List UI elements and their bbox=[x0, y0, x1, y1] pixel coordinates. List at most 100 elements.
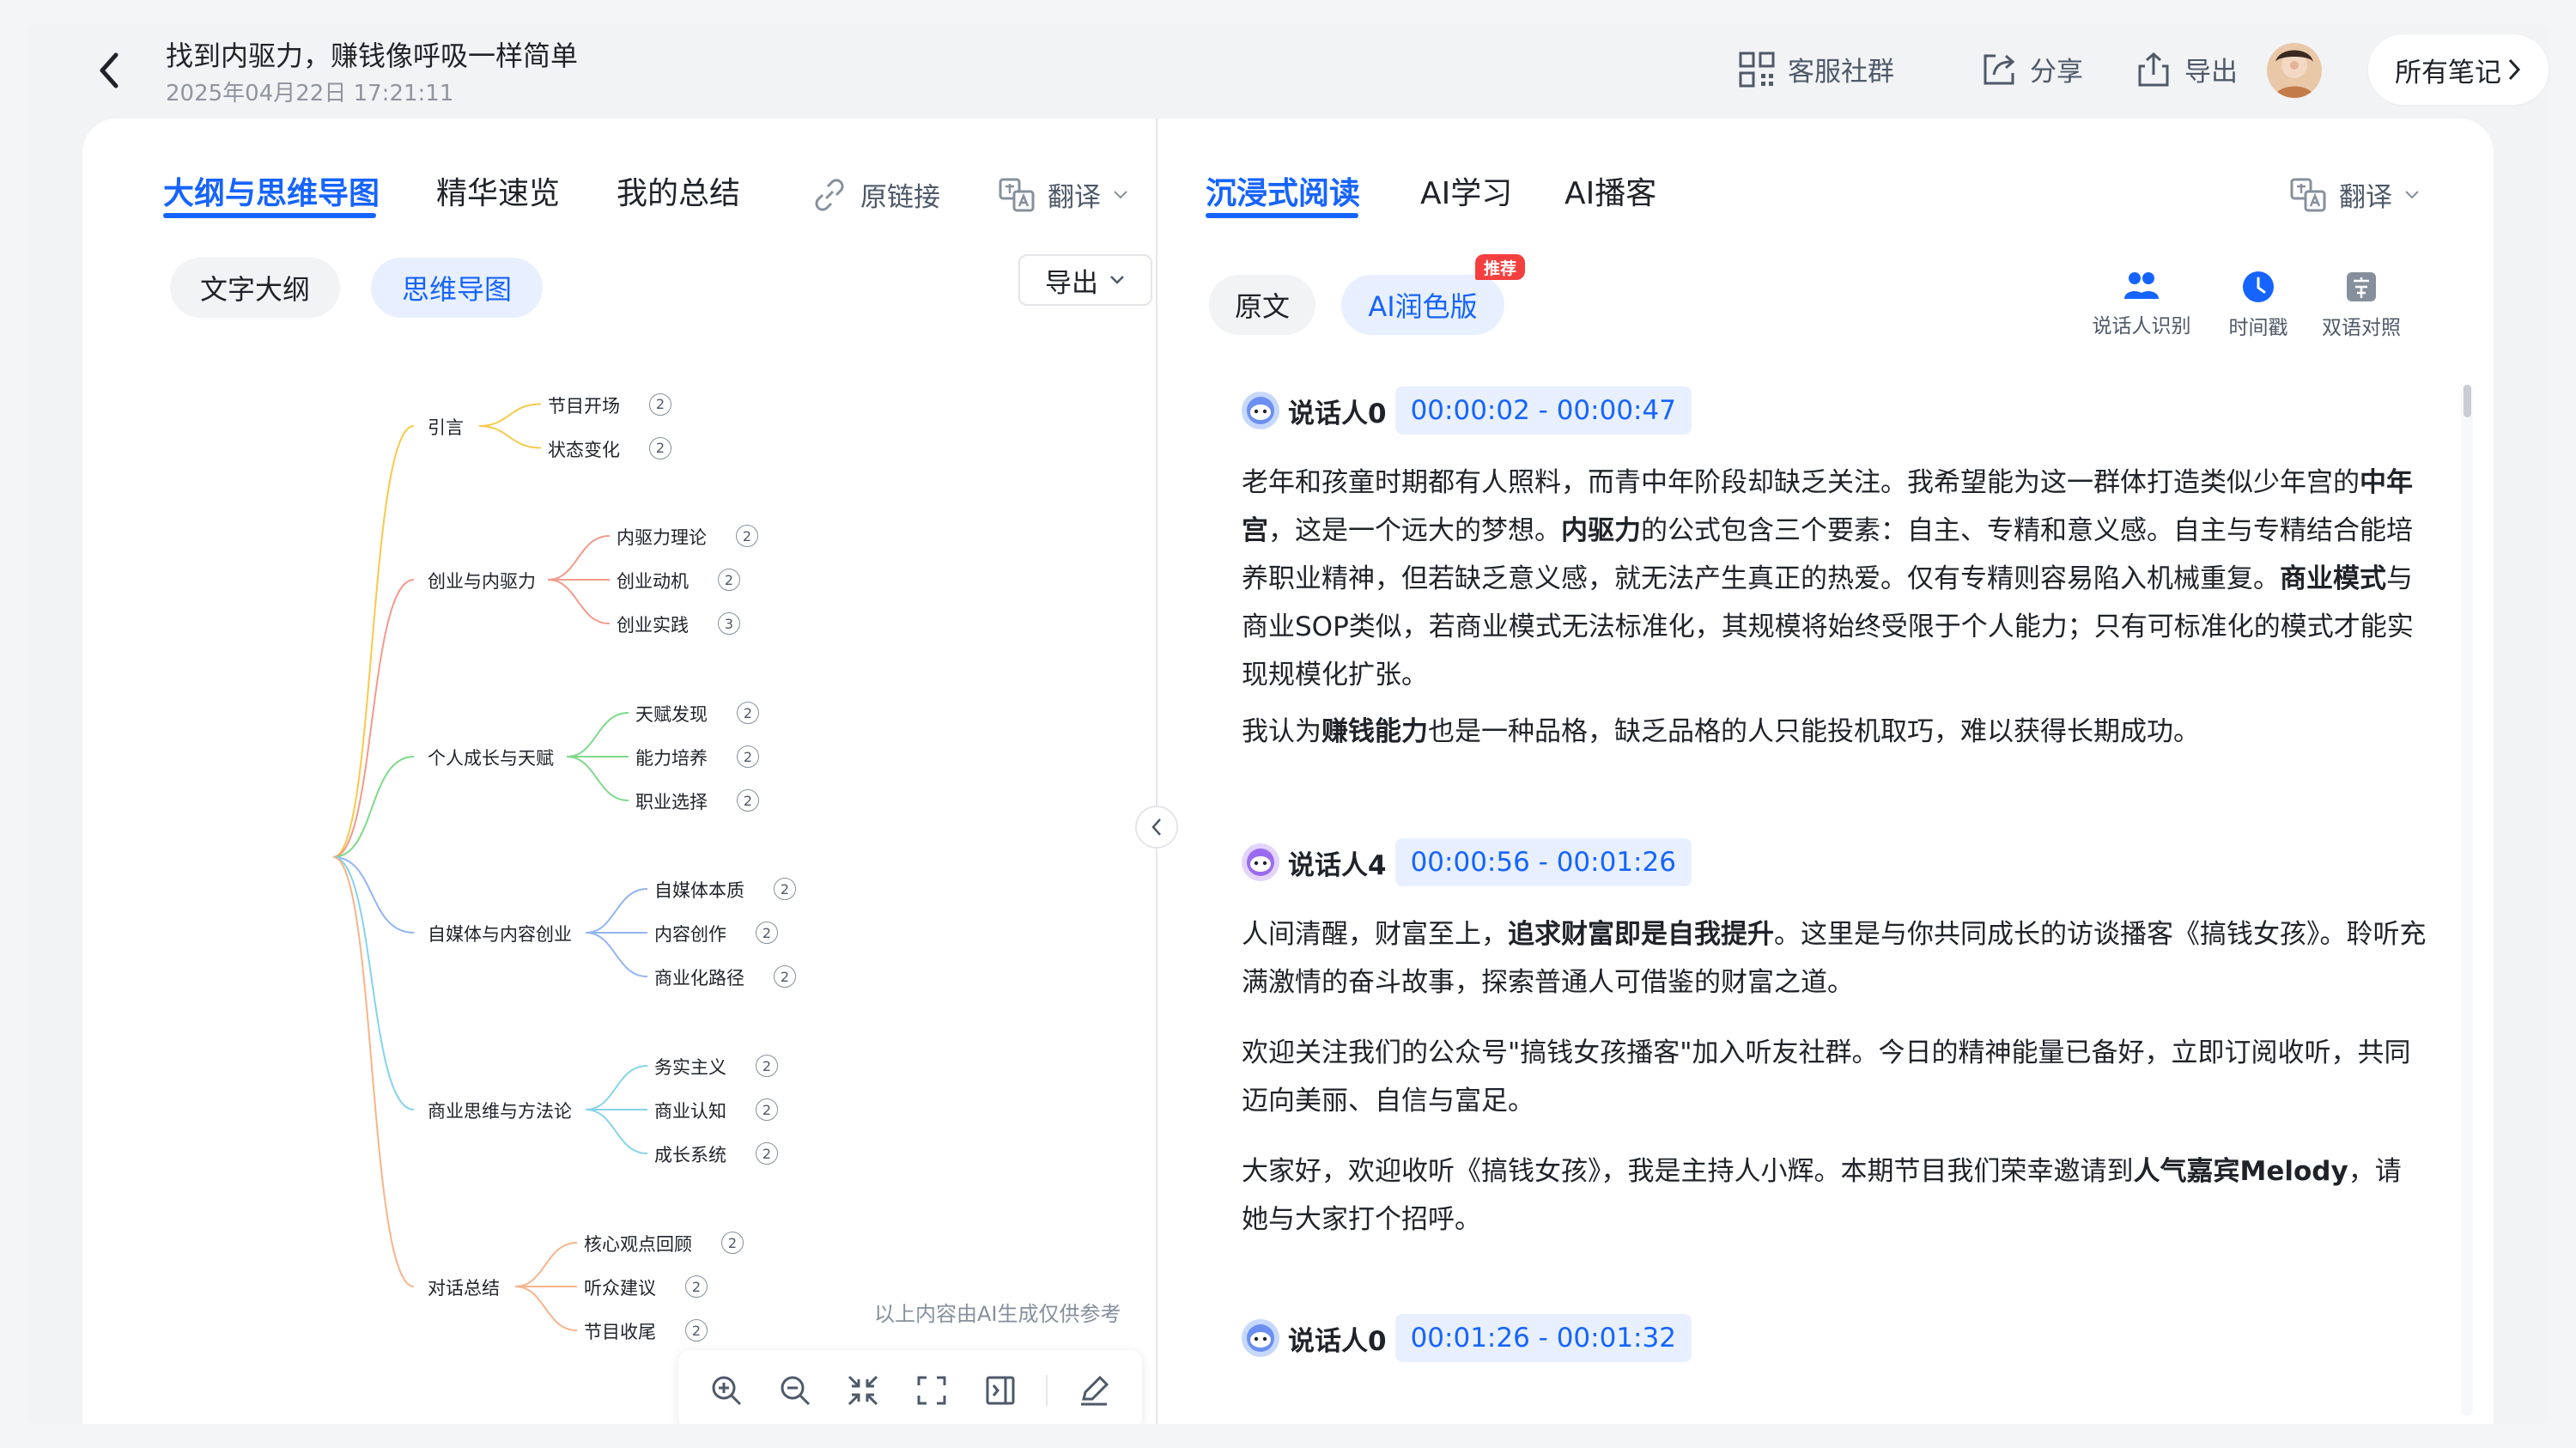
speaker-timestamp[interactable]: 00:00:02 - 00:00:47 bbox=[1394, 386, 1692, 435]
text-run: 欢迎关注我们的公众号"搞钱女孩播客"加入听友社群。今日的精神能量已备好，立即订阅… bbox=[1242, 1037, 2411, 1116]
mindmap-count-badge[interactable]: 2 bbox=[756, 1142, 778, 1165]
mindmap-count-badge[interactable]: 2 bbox=[756, 1055, 778, 1077]
mindmap-child-line bbox=[478, 425, 542, 449]
toggle-panel-button[interactable] bbox=[978, 1368, 1023, 1413]
mindmap-branch-node[interactable]: 创业与内驱力 bbox=[428, 568, 536, 593]
mindmap-leaf-node[interactable]: 状态变化 bbox=[548, 436, 620, 462]
highlight-keyword: 人气嘉宾Melody bbox=[2133, 1156, 2348, 1187]
speaker-header: 说话人0 00:01:26 - 00:01:32 bbox=[1242, 1314, 1692, 1362]
zoom-in-button[interactable] bbox=[704, 1368, 749, 1413]
highlight-keyword: 追求财富即是自我提升 bbox=[1508, 919, 1774, 950]
translate-right-button[interactable]: 翻译 bbox=[2289, 175, 2420, 214]
mindmap-count-badge[interactable]: 2 bbox=[774, 878, 796, 900]
text-run: 大家好，欢迎收听《搞钱女孩》，我是主持人小辉。本期节目我们荣幸邀请到 bbox=[1242, 1156, 2134, 1187]
mindmap-branch-node[interactable]: 自媒体与内容创业 bbox=[428, 921, 572, 946]
speaker-avatar bbox=[1242, 392, 1279, 429]
scrollbar-thumb[interactable] bbox=[2464, 385, 2471, 417]
mindmap-count-badge[interactable]: 2 bbox=[649, 436, 671, 459]
timestamp-button[interactable]: 时间戳 bbox=[2207, 270, 2310, 340]
mindmap-child-line bbox=[585, 932, 648, 977]
mindmap-count-badge[interactable]: 2 bbox=[718, 569, 740, 591]
people-icon bbox=[2124, 272, 2159, 299]
chevron-left-icon bbox=[1151, 818, 1161, 836]
zoom-out-icon bbox=[781, 1376, 810, 1406]
mindmap-connectors bbox=[332, 403, 648, 1331]
mindmap-toolbar bbox=[678, 1350, 1142, 1424]
mindmap-branch-node[interactable]: 商业思维与方法论 bbox=[428, 1098, 572, 1123]
collapse-panel-button[interactable] bbox=[1135, 806, 1178, 849]
page-datetime: 2025年04月22日 17:21:11 bbox=[166, 81, 454, 106]
text-run: 人间清醒，财富至上， bbox=[1242, 919, 1508, 950]
edit-button[interactable] bbox=[1072, 1368, 1116, 1413]
text-run: 也是一种品格，缺乏品格的人只能投机取巧，难以获得长期成功。 bbox=[1428, 716, 2200, 747]
all-notes-button[interactable]: 所有笔记 bbox=[2368, 34, 2549, 105]
fullscreen-button[interactable] bbox=[909, 1368, 954, 1413]
mindmap-count-badge[interactable]: 2 bbox=[756, 1098, 778, 1121]
mindmap-count-badge[interactable]: 2 bbox=[737, 789, 759, 812]
mindmap-leaf-node[interactable]: 节目收尾 bbox=[584, 1318, 656, 1344]
mindmap-count-badge[interactable]: 2 bbox=[721, 1232, 744, 1254]
mindmap-count-badge[interactable]: 2 bbox=[736, 525, 758, 547]
mindmap-leaf-node[interactable]: 内驱力理论 bbox=[617, 524, 707, 550]
mindmap-leaf-node[interactable]: 听众建议 bbox=[584, 1275, 656, 1300]
mindmap-branch-node[interactable]: 引言 bbox=[428, 414, 464, 440]
speaker-avatar bbox=[1242, 1319, 1279, 1357]
mindmap-leaf-node[interactable]: 核心观点回顾 bbox=[584, 1231, 692, 1256]
speaker-timestamp[interactable]: 00:01:26 - 00:01:32 bbox=[1394, 1314, 1692, 1362]
transcript-paragraph: 欢迎关注我们的公众号"搞钱女孩播客"加入听友社群。今日的精神能量已备好，立即订阅… bbox=[1242, 1029, 2427, 1125]
robot-face-icon bbox=[1247, 1324, 1274, 1352]
mindmap-count-badge[interactable]: 2 bbox=[774, 965, 796, 988]
panel-icon bbox=[986, 1376, 1015, 1405]
mindmap-count-badge[interactable]: 2 bbox=[685, 1319, 708, 1342]
mindmap-count-badge[interactable]: 2 bbox=[756, 922, 778, 944]
user-avatar[interactable] bbox=[2267, 43, 2322, 98]
tab-ai-learning[interactable]: AI学习 bbox=[1420, 168, 1512, 213]
robot-face-icon bbox=[1247, 849, 1274, 876]
back-button[interactable] bbox=[84, 45, 136, 96]
speaker-recognition-label: 说话人识别 bbox=[2092, 315, 2191, 338]
mindmap-leaf-node[interactable]: 创业动机 bbox=[617, 568, 689, 593]
ai-polished-pill[interactable]: AI润色版 bbox=[1341, 275, 1504, 335]
upload-icon bbox=[2138, 52, 2169, 86]
mindmap-leaf-node[interactable]: 商业化路径 bbox=[654, 964, 744, 990]
mindmap-leaf-node[interactable]: 自媒体本质 bbox=[654, 877, 744, 903]
mindmap-branch-node[interactable]: 个人成长与天赋 bbox=[428, 745, 554, 770]
transcript-paragraph: 我认为赚钱能力也是一种品格，缺乏品格的人只能投机取巧，难以获得长期成功。 bbox=[1242, 708, 2427, 756]
mindmap-branch-node[interactable]: 对话总结 bbox=[428, 1275, 500, 1300]
original-text-pill[interactable]: 原文 bbox=[1209, 275, 1315, 335]
timestamp-label: 时间戳 bbox=[2228, 317, 2288, 339]
mindmap-leaf-node[interactable]: 内容创作 bbox=[654, 921, 726, 946]
zoom-out-button[interactable] bbox=[773, 1368, 817, 1413]
text-run: ，这是一个远大的梦想。 bbox=[1268, 515, 1561, 546]
mindmap-count-badge[interactable]: 2 bbox=[685, 1275, 708, 1298]
tab-immersive-reading[interactable]: 沉浸式阅读 bbox=[1206, 168, 1360, 213]
mindmap-count-badge[interactable]: 2 bbox=[737, 702, 759, 724]
transcript-scrollbar[interactable] bbox=[2461, 385, 2473, 1415]
mindmap-leaf-node[interactable]: 能力培养 bbox=[635, 745, 708, 770]
mindmap-leaf-node[interactable]: 商业认知 bbox=[654, 1098, 726, 1123]
mindmap-child-line bbox=[514, 1286, 578, 1331]
tab-ai-podcast[interactable]: AI播客 bbox=[1564, 168, 1656, 213]
clock-icon bbox=[2243, 271, 2274, 302]
mindmap-child-line bbox=[547, 535, 611, 581]
mindmap-count-badge[interactable]: 2 bbox=[737, 745, 759, 768]
bilingual-button[interactable]: 双语对照 bbox=[2310, 270, 2413, 340]
mindmap-leaf-node[interactable]: 创业实践 bbox=[617, 611, 689, 637]
mindmap-leaf-node[interactable]: 天赋发现 bbox=[635, 701, 708, 727]
speaker-timestamp[interactable]: 00:00:56 - 00:01:26 bbox=[1394, 838, 1692, 886]
export-header-button[interactable]: 导出 bbox=[2135, 50, 2238, 88]
service-group-button[interactable]: 客服社群 bbox=[1738, 50, 1894, 88]
mindmap-leaf-node[interactable]: 成长系统 bbox=[654, 1141, 726, 1167]
mindmap-branch-line bbox=[332, 856, 415, 1110]
mindmap-leaf-node[interactable]: 职业选择 bbox=[635, 788, 708, 814]
fit-view-button[interactable] bbox=[841, 1368, 885, 1413]
speaker-recognition-button[interactable]: 说话人识别 bbox=[2090, 270, 2193, 338]
main-card: 大纲与思维导图 精华速览 我的总结 原链接 翻译 文字大纲 思维导图 导出 引言… bbox=[82, 119, 2494, 1424]
mindmap-leaf-node[interactable]: 务实主义 bbox=[654, 1054, 726, 1080]
mindmap-child-line bbox=[585, 1065, 648, 1110]
export-header-label: 导出 bbox=[2184, 57, 2238, 88]
mindmap-count-badge[interactable]: 3 bbox=[718, 612, 740, 635]
mindmap-count-badge[interactable]: 2 bbox=[649, 392, 671, 416]
mindmap-leaf-node[interactable]: 节目开场 bbox=[548, 392, 620, 418]
share-button[interactable]: 分享 bbox=[1980, 50, 2083, 88]
